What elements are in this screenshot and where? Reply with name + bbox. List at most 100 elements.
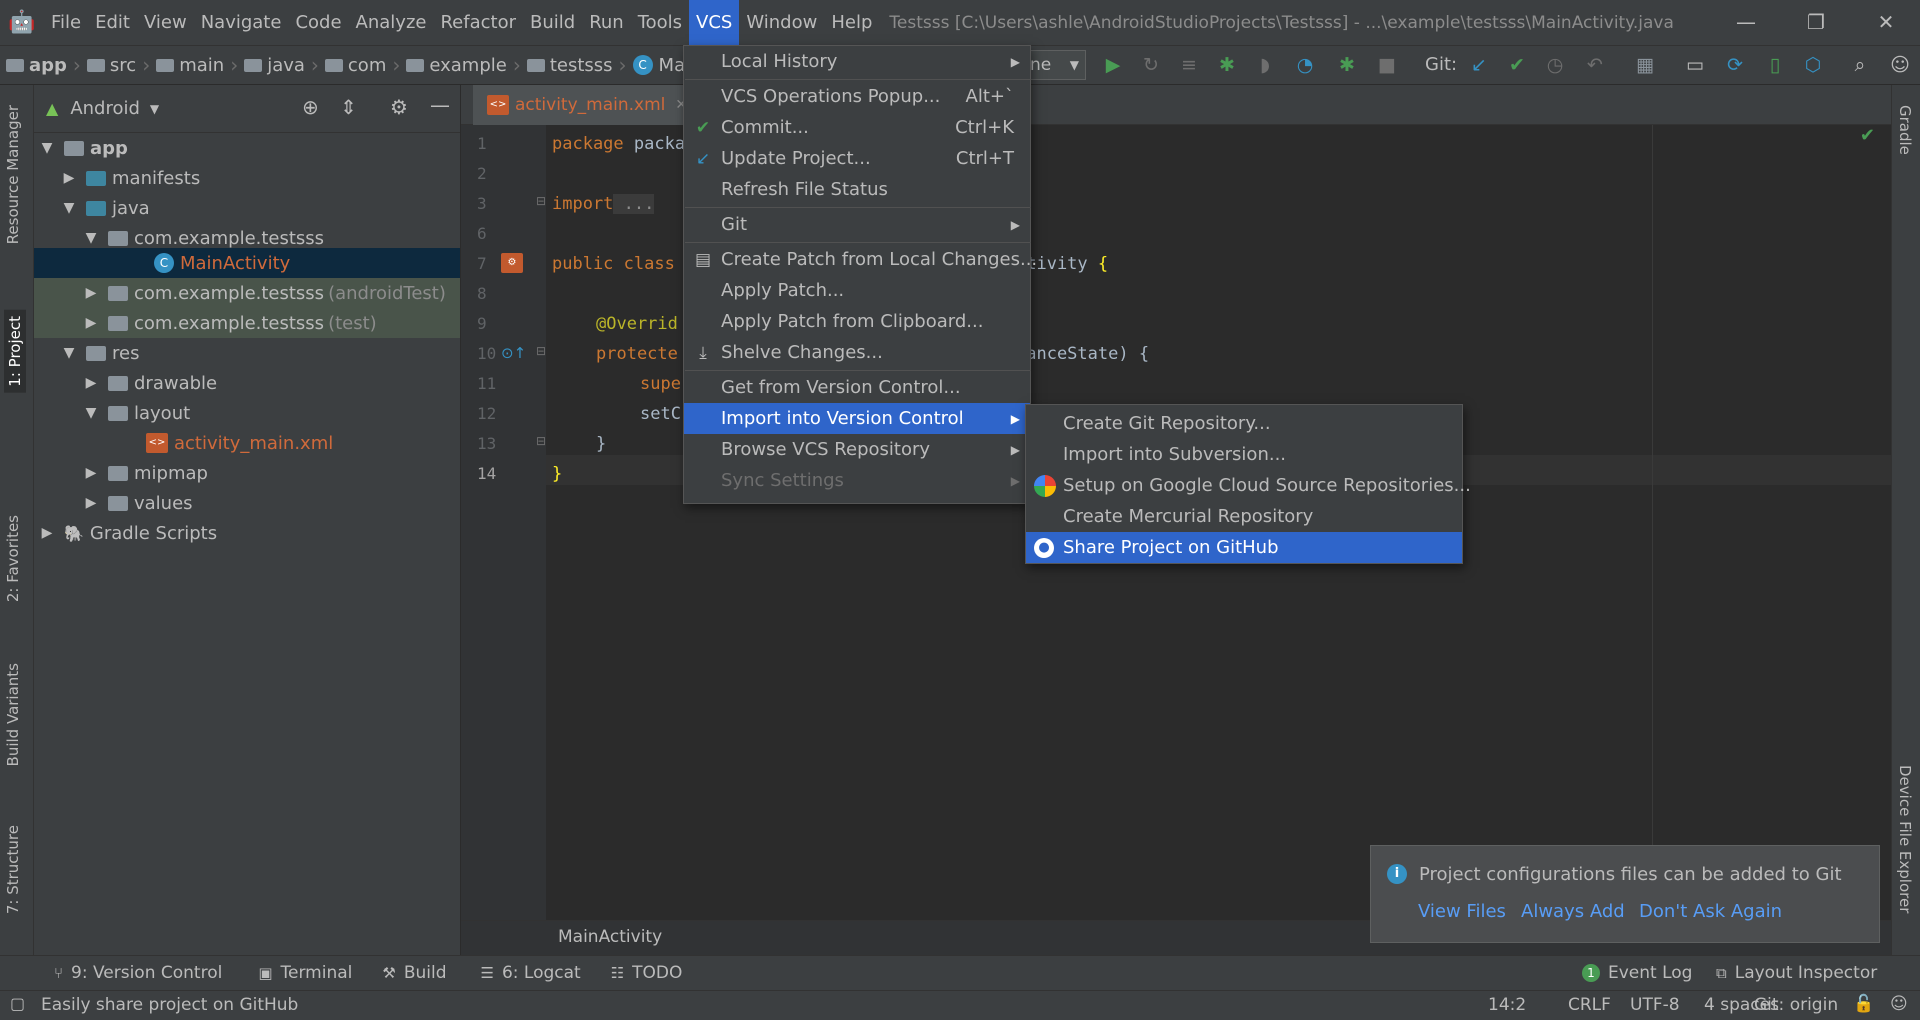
menu-file[interactable]: File	[44, 0, 88, 45]
expand-arrow-icon[interactable]: ▶	[40, 525, 54, 541]
tree-node-java[interactable]: ▼ java	[34, 193, 460, 223]
fold-icon[interactable]: ⊟	[536, 434, 546, 448]
tree-node-package-test[interactable]: ▶ com.example.testsss (test)	[34, 308, 460, 338]
tree-node-activity-main-xml[interactable]: <> activity_main.xml	[34, 428, 460, 458]
menu-item-get-from-vcs[interactable]: Get from Version Control...	[684, 372, 1030, 403]
tree-node-app[interactable]: ▼ app	[34, 133, 460, 163]
menu-item-apply-patch-clipboard[interactable]: Apply Patch from Clipboard...	[684, 306, 1030, 337]
breadcrumb-com[interactable]: com ›	[319, 53, 400, 77]
menu-window[interactable]: Window	[739, 0, 824, 45]
tool-event-log[interactable]: 1 Event Log	[1582, 963, 1692, 983]
breadcrumb-app[interactable]: app ›	[0, 53, 81, 77]
expand-arrow-icon[interactable]: ▶	[84, 375, 98, 391]
file-encoding[interactable]: UTF-8	[1630, 995, 1680, 1015]
tree-node-mainactivity[interactable]: C MainActivity	[34, 248, 460, 278]
menu-item-shelve-changes[interactable]: ⤓ Shelve Changes...	[684, 337, 1030, 368]
run-icon[interactable]: ▶	[1098, 50, 1128, 80]
tree-node-res[interactable]: ▼ res	[34, 338, 460, 368]
tree-node-mipmap[interactable]: ▶ mipmap	[34, 458, 460, 488]
menu-run[interactable]: Run	[582, 0, 631, 45]
gear-icon[interactable]: ⚙	[390, 95, 408, 119]
run-gutter-icon[interactable]: ⚙	[501, 253, 523, 273]
breadcrumb-testsss[interactable]: testsss ›	[521, 53, 627, 77]
tab-structure[interactable]: 7: Structure	[4, 825, 22, 914]
expand-arrow-icon[interactable]: ▶	[84, 495, 98, 511]
tab-build-variants[interactable]: Build Variants	[4, 663, 22, 766]
tab-device-file-explorer[interactable]: Device File Explorer	[1896, 765, 1914, 913]
menu-build[interactable]: Build	[523, 0, 582, 45]
coverage-icon[interactable]: ◗	[1250, 50, 1280, 80]
chevron-down-icon[interactable]: ▼	[150, 102, 159, 116]
project-structure-icon[interactable]: ▦	[1630, 50, 1660, 80]
dont-ask-again-link[interactable]: Don't Ask Again	[1639, 901, 1782, 922]
view-files-link[interactable]: View Files	[1418, 901, 1506, 922]
menu-item-browse-vcs-repository[interactable]: Browse VCS Repository ▶	[684, 434, 1030, 465]
expand-arrow-icon[interactable]: ▼	[84, 405, 98, 421]
menu-navigate[interactable]: Navigate	[194, 0, 289, 45]
menu-item-local-history[interactable]: Local History ▶	[684, 46, 1030, 77]
apply-code-changes-icon[interactable]: ≡	[1174, 50, 1204, 80]
menu-item-vcs-operations-popup[interactable]: VCS Operations Popup... Alt+`	[684, 81, 1030, 112]
sdk-manager-icon[interactable]: ⬡	[1798, 50, 1828, 80]
avd-manager-icon[interactable]: ▭	[1680, 50, 1710, 80]
menu-item-create-mercurial-repository[interactable]: Create Mercurial Repository	[1026, 501, 1462, 532]
expand-arrow-icon[interactable]: ▶	[84, 465, 98, 481]
editor-breadcrumb[interactable]: MainActivity	[558, 927, 662, 947]
menu-item-share-project-on-github[interactable]: ● Share Project on GitHub	[1026, 532, 1462, 563]
menu-item-import-into-vcs[interactable]: Import into Version Control ▶	[684, 403, 1030, 434]
menu-item-import-into-subversion[interactable]: Import into Subversion...	[1026, 439, 1462, 470]
toggle-tool-windows-icon[interactable]: ▢	[10, 994, 25, 1013]
menu-edit[interactable]: Edit	[88, 0, 137, 45]
tool-terminal[interactable]: ▣ Terminal	[258, 963, 352, 983]
expand-arrow-icon[interactable]: ▼	[62, 345, 76, 361]
expand-arrow-icon[interactable]: ▶	[84, 315, 98, 331]
sync-gradle-icon[interactable]: ⟳	[1720, 50, 1750, 80]
profile-icon[interactable]: ◔	[1290, 50, 1320, 80]
menu-item-apply-patch[interactable]: Apply Patch...	[684, 275, 1030, 306]
expand-arrow-icon[interactable]: ▼	[62, 200, 76, 216]
breadcrumb-example[interactable]: example ›	[400, 53, 521, 77]
expand-arrow-icon[interactable]: ▶	[62, 170, 76, 186]
attach-debugger-icon[interactable]: ✱	[1332, 50, 1362, 80]
tool-build[interactable]: ⚒ Build	[382, 963, 446, 983]
menu-vcs[interactable]: VCS	[689, 0, 740, 45]
tree-node-values[interactable]: ▶ values	[34, 488, 460, 518]
tab-project[interactable]: 1: Project	[4, 310, 26, 393]
fold-icon[interactable]: ⊟	[536, 194, 546, 208]
tab-resource-manager[interactable]: Resource Manager	[4, 105, 22, 244]
locate-icon[interactable]: ⊕	[302, 95, 319, 119]
menu-item-git[interactable]: Git ▶	[684, 209, 1030, 240]
tool-logcat[interactable]: ☰ 6: Logcat	[481, 963, 581, 983]
tab-gradle[interactable]: Gradle	[1896, 105, 1914, 155]
tool-version-control[interactable]: ⑂ 9: Version Control	[54, 963, 222, 983]
tree-node-gradle-scripts[interactable]: ▶ 🐘 Gradle Scripts	[34, 518, 460, 548]
fold-icon[interactable]: ⊟	[536, 344, 546, 358]
tree-node-drawable[interactable]: ▶ drawable	[34, 368, 460, 398]
device-manager-icon[interactable]: ▯	[1760, 50, 1790, 80]
override-gutter-icon[interactable]: ⊙↑	[501, 344, 526, 362]
git-update-icon[interactable]: ↙	[1464, 50, 1494, 80]
menu-item-refresh-file-status[interactable]: Refresh File Status	[684, 174, 1030, 205]
minimize-button[interactable]: —	[1716, 0, 1776, 45]
caret-position[interactable]: 14:2	[1488, 995, 1526, 1015]
tool-layout-inspector[interactable]: ⧉ Layout Inspector	[1716, 963, 1877, 983]
debug-icon[interactable]: ✱	[1212, 50, 1242, 80]
tree-node-package-androidtest[interactable]: ▶ com.example.testsss (androidTest)	[34, 278, 460, 308]
expand-arrow-icon[interactable]: ▼	[40, 140, 54, 156]
run-config-combo[interactable]: ne ▼	[1028, 50, 1086, 80]
apply-changes-icon[interactable]: ↻	[1136, 50, 1166, 80]
tab-favorites[interactable]: 2: Favorites	[4, 515, 22, 602]
project-view-selector[interactable]: Android	[70, 98, 140, 119]
menu-item-commit[interactable]: ✔ Commit... Ctrl+K	[684, 112, 1030, 143]
git-history-icon[interactable]: ◷	[1540, 50, 1570, 80]
breadcrumb-src[interactable]: src ›	[81, 53, 150, 77]
user-icon[interactable]: ☺	[1885, 50, 1915, 80]
git-commit-icon[interactable]: ✔	[1502, 50, 1532, 80]
menu-item-setup-google-cloud[interactable]: Setup on Google Cloud Source Repositorie…	[1026, 470, 1471, 501]
inspector-icon[interactable]: ☺	[1890, 994, 1908, 1014]
menu-help[interactable]: Help	[824, 0, 879, 45]
git-rollback-icon[interactable]: ↶	[1580, 50, 1610, 80]
tool-todo[interactable]: ☷ TODO	[611, 963, 683, 983]
tree-node-manifests[interactable]: ▶ manifests	[34, 163, 460, 193]
menu-item-update-project[interactable]: ↙ Update Project... Ctrl+T	[684, 143, 1030, 174]
